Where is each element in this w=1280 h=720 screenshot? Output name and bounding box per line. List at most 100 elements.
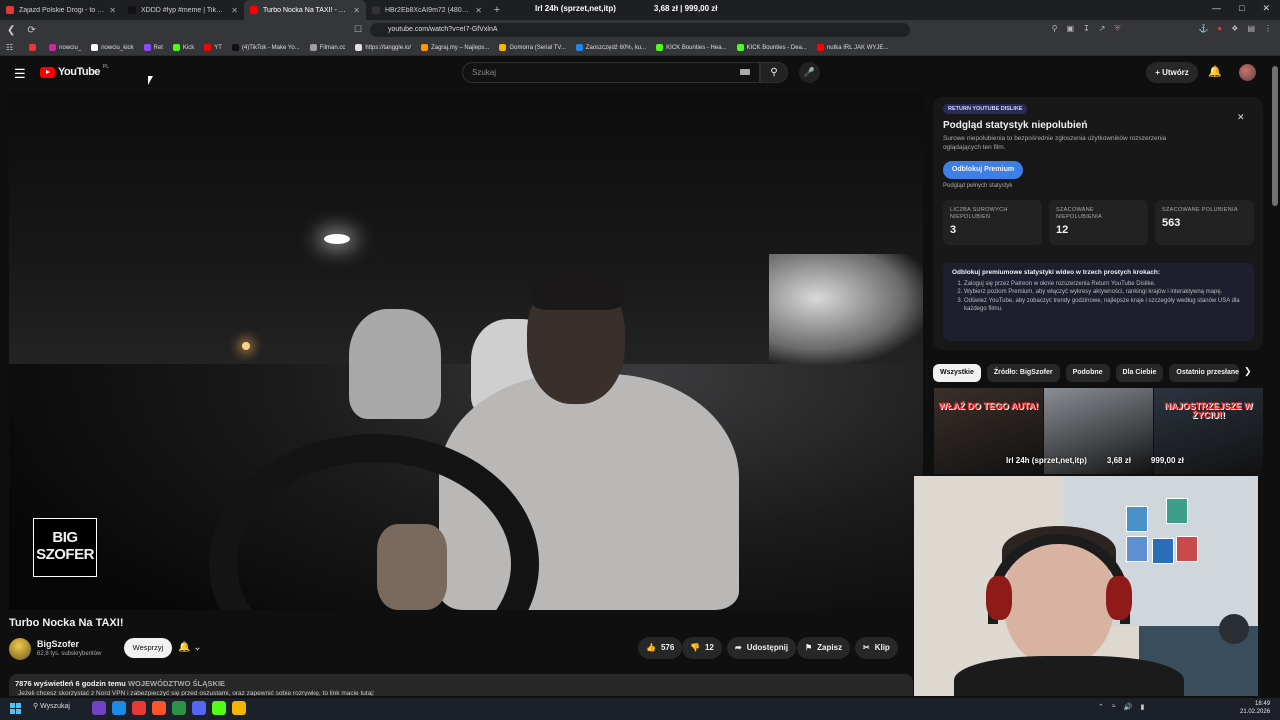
chip-all[interactable]: Wszystkie: [933, 364, 981, 382]
taskbar-app-icon[interactable]: [92, 701, 106, 715]
save-button[interactable]: ⚑ Zapisz: [797, 637, 851, 659]
bookmark-item[interactable]: KICK Bounties - Hea...: [656, 44, 727, 51]
chevron-right-icon[interactable]: ❯: [1244, 366, 1252, 377]
volume-icon[interactable]: 🔊: [1124, 703, 1133, 711]
youtube-logo[interactable]: YouTube PL: [40, 64, 109, 78]
chip-source[interactable]: Źródło: BigSzofer: [986, 364, 1060, 382]
back-icon[interactable]: ❮: [7, 25, 15, 36]
browser-tab[interactable]: Turbo Nocka Na TAXI! - YouTube✕: [244, 0, 366, 20]
menu-dots-icon[interactable]: ⋮: [1264, 24, 1272, 34]
bookmark-item[interactable]: nutka IRL JAK WYJE...: [816, 44, 888, 51]
bookmark-item[interactable]: KICK Bounties - Dea...: [736, 44, 807, 51]
bookmark-item[interactable]: nowciu_: [49, 44, 81, 51]
bookmark-item[interactable]: Kick: [172, 44, 194, 51]
shield-icon[interactable]: ⛨: [1114, 24, 1120, 34]
chevron-down-icon: ⌄: [193, 642, 202, 653]
download-icon[interactable]: ↧: [1083, 24, 1090, 34]
share-button[interactable]: ➦ Udostępnij: [727, 637, 797, 659]
bookmark-item[interactable]: YT: [204, 44, 222, 51]
menu-icon[interactable]: ☰: [14, 66, 26, 82]
support-button[interactable]: Wesprzyj: [124, 638, 172, 658]
browser-tab[interactable]: HBr2Eb8XcAI9m72 (480×512) ✕: [366, 0, 488, 20]
location-tag[interactable]: WOJEWÓDZTWO ŚLĄSKIE: [128, 679, 225, 688]
apps-grid-icon[interactable]: ☷: [6, 43, 13, 52]
close-window-button[interactable]: ✕: [1262, 3, 1270, 14]
bookmark-favicon-icon: [355, 44, 363, 51]
tab-favicon-icon: [128, 6, 136, 14]
mic-icon: 🎤: [803, 67, 816, 77]
bookmark-item[interactable]: Filman.cc: [309, 44, 345, 51]
chip-recent[interactable]: Ostatnio przesłane: [1169, 364, 1240, 382]
scrollbar-thumb[interactable]: [1272, 66, 1278, 206]
taskbar-clock[interactable]: 18:49 21.02.2026: [1240, 700, 1270, 716]
close-tab-icon[interactable]: ✕: [475, 6, 482, 15]
share-arrow-icon: ➦: [735, 643, 742, 652]
search-button[interactable]: ⚲: [760, 62, 788, 83]
like-button[interactable]: 👍 576: [638, 637, 683, 659]
taskbar-app-icon[interactable]: [232, 701, 246, 715]
browser-tab[interactable]: Zajazd Polskie Drogi - to miał być ro✕: [0, 0, 122, 20]
screen-icon[interactable]: ▣: [1066, 24, 1074, 34]
ryd-description: Surowe niepolubienia to bezpośrednie zgł…: [943, 135, 1167, 151]
bookmark-icon[interactable]: ☐: [354, 24, 362, 35]
taskbar-app-icon[interactable]: [172, 701, 186, 715]
chip-for-you[interactable]: Dla Ciebie: [1115, 364, 1164, 382]
bookmark-item[interactable]: Gomorra (Serial TV...: [499, 44, 566, 51]
close-tab-icon[interactable]: ✕: [353, 6, 360, 15]
battery-icon[interactable]: ▮: [1140, 703, 1144, 711]
bookmark-item[interactable]: nowciu_kick: [91, 44, 134, 51]
bookmark-item[interactable]: Zagraj.my – Najleps...: [421, 44, 489, 51]
bookmark-favicon-icon: [309, 44, 317, 51]
bookmark-item[interactable]: Ret: [143, 44, 163, 51]
taskbar-app-icon[interactable]: [212, 701, 226, 715]
taskbar-search[interactable]: ⚲ Wyszukaj: [33, 702, 70, 710]
notification-bell-button[interactable]: 🔔 ⌄: [178, 638, 216, 658]
extension-icon[interactable]: ⚓: [1198, 24, 1208, 34]
minimize-button[interactable]: —: [1212, 3, 1221, 14]
bell-icon: 🔔: [178, 642, 191, 653]
create-button[interactable]: + Utwórz: [1146, 62, 1198, 83]
video-player[interactable]: [9, 94, 923, 610]
url-field[interactable]: youtube.com/watch?v=eI7-GfVxlnA: [370, 23, 910, 37]
taskbar-app-icon[interactable]: [132, 701, 146, 715]
bookmark-item[interactable]: [29, 44, 39, 51]
new-tab-button[interactable]: +: [488, 4, 506, 16]
wifi-icon[interactable]: ≈: [1112, 703, 1116, 711]
bookmark-item[interactable]: https://tanggle.io/: [355, 44, 411, 51]
close-tab-icon[interactable]: ✕: [231, 6, 238, 15]
taskbar-app-icon[interactable]: [112, 701, 126, 715]
share-icon[interactable]: ↗: [1099, 24, 1106, 34]
search-input[interactable]: Szukaj: [462, 62, 760, 83]
bookmark-item[interactable]: (4)TikTok - Make Yo...: [231, 44, 300, 51]
reload-icon[interactable]: ⟳: [27, 25, 35, 36]
unlock-premium-button[interactable]: Odblokuj Premium: [943, 161, 1023, 179]
chevron-up-icon[interactable]: ⌃: [1098, 703, 1104, 711]
notifications-icon[interactable]: 🔔: [1208, 65, 1222, 78]
taskbar-app-icon[interactable]: [152, 701, 166, 715]
avatar[interactable]: [1239, 64, 1256, 81]
voice-search-button[interactable]: 🎤: [799, 62, 820, 83]
channel-name[interactable]: BigSzofer: [37, 639, 79, 649]
sidebar-icon[interactable]: ▤: [1247, 24, 1255, 34]
browser-tab[interactable]: XDDD #fyp #meme | TikTok ✕: [122, 0, 244, 20]
puzzle-icon[interactable]: ❖: [1231, 24, 1238, 34]
restore-button[interactable]: □: [1239, 3, 1244, 14]
page-scrollbar[interactable]: [1272, 60, 1278, 680]
channel-avatar[interactable]: [9, 638, 31, 660]
record-icon[interactable]: ●: [1217, 24, 1222, 34]
chip-similar[interactable]: Podobne: [1065, 364, 1110, 382]
ryd-badge: RETURN YOUTUBE DISLIKE: [943, 104, 1028, 114]
wall-poster: [1126, 536, 1148, 562]
zoom-icon[interactable]: ⚲: [1052, 24, 1058, 34]
streamer-webcam: [914, 476, 1258, 696]
taskbar-app-icon[interactable]: [192, 701, 206, 715]
dislike-button[interactable]: 👎 12: [682, 637, 722, 659]
windows-start-icon[interactable]: [10, 703, 21, 714]
clip-button[interactable]: ✂ Klip: [855, 637, 898, 659]
close-icon[interactable]: ✕: [1237, 112, 1245, 123]
stream-overlay-ticker: Irl 24h (sprzet,net,itp) 3,68 zł 999,00 …: [1006, 456, 1184, 465]
keyboard-icon[interactable]: [740, 69, 750, 75]
bookmark-item[interactable]: Zaoszczędź 60%, ku...: [575, 44, 646, 51]
preview-stats-link[interactable]: Podgląd pełnych statystyk: [943, 183, 1012, 189]
close-tab-icon[interactable]: ✕: [109, 6, 116, 15]
